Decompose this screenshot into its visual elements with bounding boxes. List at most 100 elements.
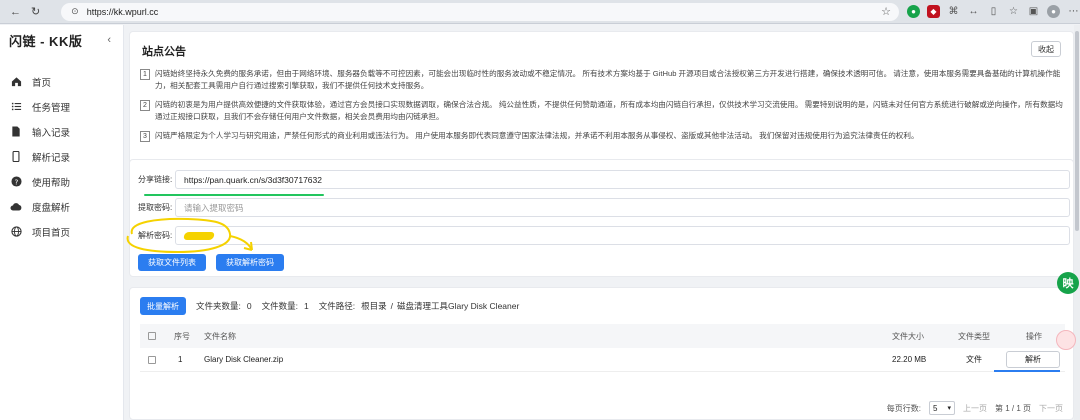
site-notice-card: 站点公告 收起 1 闪链始终坚持永久免费的服务承诺，但由于网络环境、服务器负载等…	[129, 31, 1074, 174]
list-icon	[10, 101, 22, 113]
sidebar-menu: 首页 任务管理 输入记录 解析记录 ? 使用帮助 度盘解析 项目首页	[0, 69, 123, 244]
notice-number: 3	[140, 131, 150, 142]
parse-password-input[interactable]	[175, 226, 1070, 245]
pagination: 每页行数: 5 ▾ 上一页 第 1 / 1 页 下一页	[887, 401, 1063, 415]
notice-number: 2	[140, 100, 150, 111]
page-info: 第 1 / 1 页	[994, 403, 1031, 413]
breadcrumb-folder[interactable]: 磁盘清理工具Glary Disk Cleaner	[397, 300, 519, 312]
notice-item: 1 闪链始终坚持永久免费的服务承诺，但由于网络环境、服务器负载等不可控因素，可能…	[140, 68, 1065, 92]
table-row: 1 Glary Disk Cleaner.zip 22.20 MB 文件 解析	[140, 348, 1065, 372]
cloud-icon	[10, 201, 22, 213]
sidebar-item-help[interactable]: ? 使用帮助	[0, 169, 123, 194]
share-link-label: 分享链接:	[138, 175, 173, 184]
next-page-button[interactable]: 下一页	[1039, 403, 1063, 414]
sidebar-item-label: 项目首页	[32, 227, 71, 239]
share-link-row: 分享链接: https://pan.quark.cn/s/3d3f3071763…	[138, 170, 1070, 189]
sidebar-item-label: 任务管理	[32, 102, 71, 114]
page-scrollbar[interactable]	[1074, 25, 1080, 420]
reload-icon[interactable]: ↻	[31, 5, 40, 18]
sidebar-header: 闪链 - KK版 ‹	[0, 29, 123, 51]
browser-nav: ← ↻	[0, 5, 55, 19]
row-file-type: 文件	[966, 355, 982, 364]
profile-avatar-icon[interactable]: ●	[1047, 5, 1060, 18]
breadcrumb-root[interactable]: 根目录	[361, 300, 387, 312]
chevron-down-icon: ▾	[947, 405, 951, 412]
sidebar-item-label: 输入记录	[32, 127, 71, 139]
extension-puzzle-icon[interactable]: ⌘	[947, 5, 960, 18]
row-file-size: 22.20 MB	[892, 355, 927, 364]
sidebar-collapse-icon[interactable]: ‹	[107, 34, 111, 46]
address-url: https://kk.wpurl.cc	[86, 6, 159, 17]
rows-per-page-label: 每页行数:	[886, 403, 921, 413]
file-count-label: 文件数量:	[261, 301, 298, 311]
sidebar-item-label: 使用帮助	[32, 177, 71, 189]
sidebar-item-input-records[interactable]: 输入记录	[0, 119, 123, 144]
notice-item: 3 闪链严格限定为个人学习与研究用途，严禁任何形式的商业利用或违法行为。 用户使…	[140, 130, 1065, 142]
notice-title: 站点公告	[142, 46, 186, 58]
get-parse-password-button[interactable]: 获取解析密码	[216, 254, 284, 271]
scrollbar-thumb[interactable]	[1075, 31, 1079, 231]
globe-icon	[10, 226, 22, 238]
sidebar-item-parse-records[interactable]: 解析记录	[0, 144, 123, 169]
rows-per-page-select[interactable]: 5 ▾	[928, 401, 955, 415]
site-info-icon[interactable]: ⊙	[71, 6, 79, 17]
column-header-no: 序号	[174, 331, 190, 341]
row-file-name: Glary Disk Cleaner.zip	[204, 355, 284, 364]
sidebar-item-label: 首页	[32, 77, 52, 89]
extension-green-icon[interactable]: ●	[907, 5, 920, 18]
sidebar-item-label: 解析记录	[32, 152, 71, 164]
sidebar-item-home[interactable]: 首页	[0, 69, 123, 94]
file-summary-bar: 批量解析 文件夹数量: 0 文件数量: 1 文件路径: 根目录 / 磁盘清理工具…	[140, 297, 519, 315]
folder-count-label: 文件夹数量:	[196, 301, 241, 311]
row-no: 1	[178, 355, 183, 364]
sidebar-item-project-home[interactable]: 项目首页	[0, 219, 123, 244]
sidebar-item-tasks[interactable]: 任务管理	[0, 94, 123, 119]
sidebar-item-baidu-parse[interactable]: 度盘解析	[0, 194, 123, 219]
batch-parse-button[interactable]: 批量解析	[140, 297, 186, 315]
file-count-value: 1	[303, 301, 309, 311]
sidebar: 闪链 - KK版 ‹ 首页 任务管理 输入记录 解析记录 ? 使用帮助 度盘解析…	[0, 25, 124, 420]
table-header: 序号 文件名称 文件大小 文件类型 操作	[140, 324, 1065, 348]
more-menu-icon[interactable]: ⋯	[1067, 5, 1080, 18]
notice-text: 闪链严格限定为个人学习与研究用途，严禁任何形式的商业利用或违法行为。 用户使用本…	[155, 131, 919, 140]
extensions-bar: ● ◆ ⌘ ↔ ▯ ☆ ▣ ● ⋯	[907, 5, 1080, 18]
home-icon	[10, 76, 22, 88]
get-file-list-button[interactable]: 获取文件列表	[138, 254, 206, 271]
notice-text: 闪链始终坚持永久免费的服务承诺，但由于网络环境、服务器负载等不可控因素，可能会出…	[155, 69, 1061, 90]
rows-per-page-value: 5	[932, 403, 938, 413]
document-icon	[10, 126, 22, 138]
app-logo: 闪链 - KK版	[9, 33, 83, 49]
extension-translate-icon[interactable]: ↔	[967, 5, 980, 18]
split-screen-icon[interactable]: ▯	[987, 5, 1000, 18]
green-underline-annotation	[144, 194, 324, 196]
extract-password-input[interactable]: 请输入提取密码	[175, 198, 1070, 217]
collections-icon[interactable]: ▣	[1027, 5, 1040, 18]
collapse-notice-button[interactable]: 收起	[1031, 41, 1061, 57]
bookmark-star-icon[interactable]: ☆	[881, 5, 891, 18]
favorites-icon[interactable]: ☆	[1007, 5, 1020, 18]
row-checkbox[interactable]	[148, 355, 156, 364]
browser-toolbar: ← ↻ ⊙ https://kk.wpurl.cc ☆ ● ◆ ⌘ ↔ ▯ ☆ …	[0, 0, 1080, 24]
parse-form-card: 分享链接: https://pan.quark.cn/s/3d3f3071763…	[126, 159, 1074, 277]
folder-count-value: 0	[246, 301, 252, 311]
back-icon[interactable]: ←	[10, 6, 21, 18]
share-link-input[interactable]: https://pan.quark.cn/s/3d3f30717632	[175, 170, 1070, 189]
main-content: 站点公告 收起 1 闪链始终坚持永久免费的服务承诺，但由于网络环境、服务器负载等…	[125, 25, 1080, 420]
extension-shield-icon[interactable]: ◆	[927, 5, 940, 18]
parse-file-button[interactable]: 解析	[1006, 351, 1060, 368]
sidebar-item-label: 度盘解析	[32, 202, 71, 214]
help-icon: ?	[10, 176, 22, 188]
address-bar[interactable]: ⊙ https://kk.wpurl.cc ☆	[61, 2, 899, 21]
floating-avatar-icon[interactable]	[1056, 330, 1076, 350]
svg-text:?: ?	[14, 177, 18, 186]
prev-page-button[interactable]: 上一页	[963, 403, 987, 414]
floating-assistant-button[interactable]: 映	[1057, 272, 1079, 294]
file-table-card: 批量解析 文件夹数量: 0 文件数量: 1 文件路径: 根目录 / 磁盘清理工具…	[129, 287, 1074, 420]
blue-underline-annotation	[994, 370, 1060, 372]
select-all-checkbox[interactable]	[148, 332, 156, 340]
phone-icon	[10, 151, 22, 163]
notice-number: 1	[140, 69, 150, 80]
column-header-op: 操作	[1026, 331, 1042, 341]
column-header-size: 文件大小	[892, 331, 924, 341]
column-header-type: 文件类型	[958, 331, 990, 341]
